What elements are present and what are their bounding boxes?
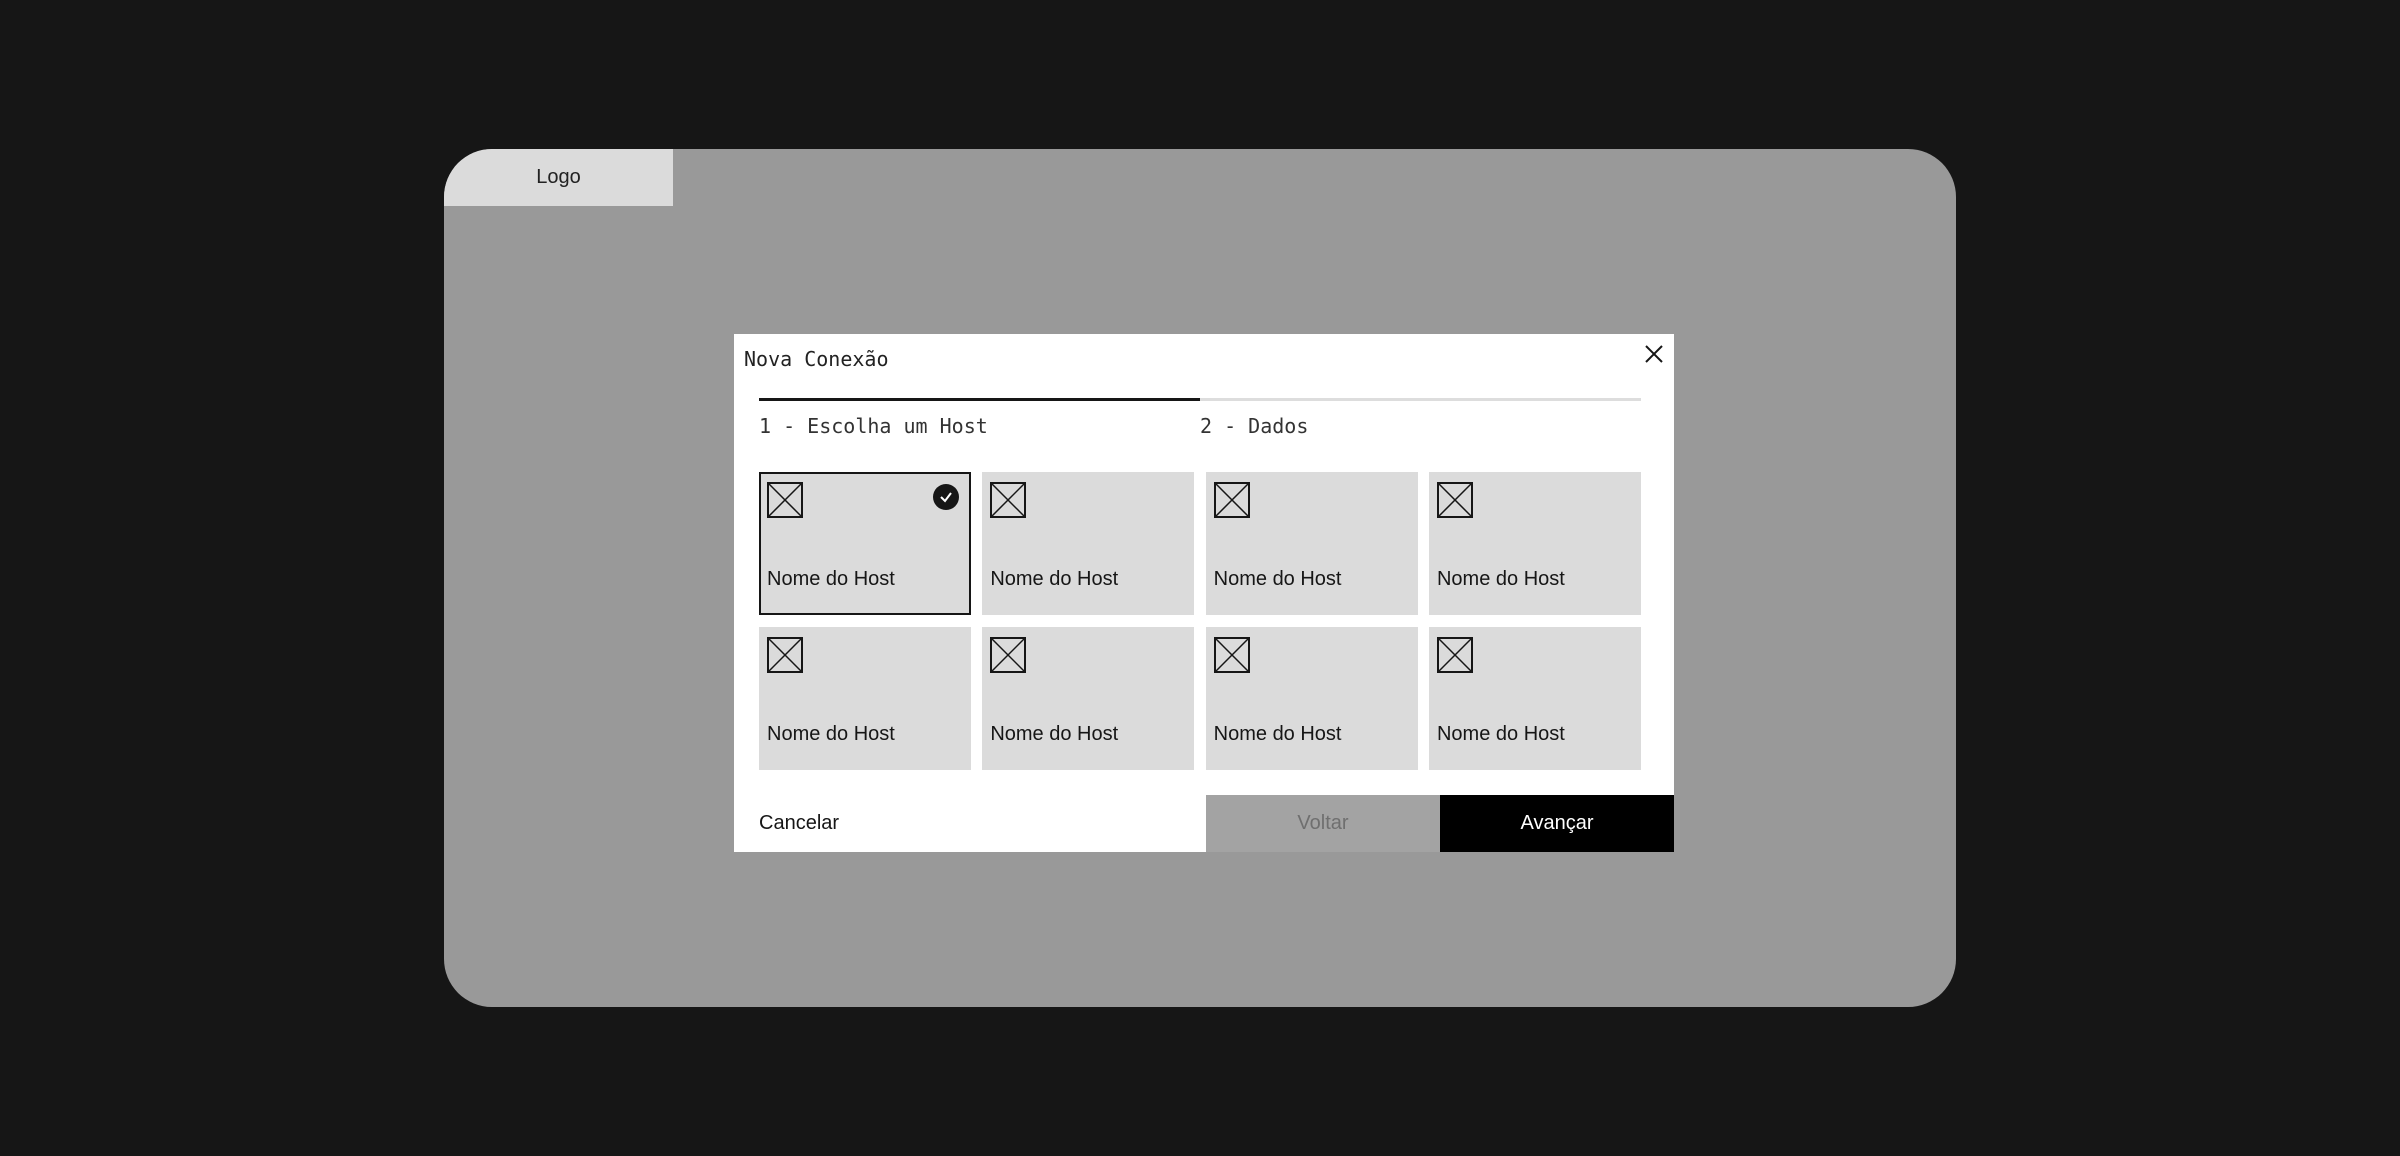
- logo: Logo: [444, 149, 673, 206]
- host-card[interactable]: Nome do Host: [1205, 627, 1418, 770]
- cancel-button[interactable]: Cancelar: [759, 795, 839, 852]
- host-name: Nome do Host: [1436, 723, 1565, 745]
- host-name: Nome do Host: [990, 723, 1119, 745]
- image-placeholder-icon: [1213, 482, 1250, 518]
- image-placeholder-icon: [767, 637, 803, 673]
- host-card[interactable]: Nome do Host: [1205, 472, 1418, 615]
- image-placeholder-icon: [1436, 482, 1473, 518]
- logo-label: Logo: [536, 166, 581, 188]
- step-2-label: 2 - Dados: [1200, 414, 1309, 438]
- host-name: Nome do Host: [767, 723, 895, 745]
- host-card[interactable]: Nome do Host: [982, 472, 1195, 615]
- host-grid: Nome do Host Nome do Host Nome do Host Nome…: [759, 472, 1641, 770]
- image-placeholder-icon: [1436, 637, 1473, 673]
- host-card[interactable]: Nome do Host: [982, 627, 1195, 770]
- host-card[interactable]: Nome do Host: [1428, 472, 1641, 615]
- step-progress-fill: [759, 398, 1200, 401]
- host-name: Nome do Host: [1213, 568, 1342, 590]
- close-icon: [1645, 345, 1663, 363]
- host-name: Nome do Host: [1213, 723, 1342, 745]
- close-button[interactable]: [1640, 340, 1668, 368]
- step-progress-bar: [759, 398, 1641, 401]
- back-button[interactable]: Voltar: [1206, 795, 1440, 852]
- host-name: Nome do Host: [990, 568, 1119, 590]
- next-button[interactable]: Avançar: [1440, 795, 1674, 852]
- dialog-footer: Cancelar Voltar Avançar: [734, 795, 1674, 852]
- step-1-label: 1 - Escolha um Host: [759, 414, 988, 438]
- host-card[interactable]: Nome do Host: [759, 627, 971, 770]
- host-name: Nome do Host: [767, 568, 895, 590]
- new-connection-dialog: Nova Conexão 1 - Escolha um Host 2 - Dad…: [734, 334, 1674, 852]
- image-placeholder-icon: [1213, 637, 1250, 673]
- image-placeholder-icon: [990, 637, 1027, 673]
- host-card[interactable]: Nome do Host: [759, 472, 971, 615]
- dialog-title: Nova Conexão: [744, 347, 889, 371]
- image-placeholder-icon: [990, 482, 1027, 518]
- image-placeholder-icon: [767, 482, 803, 518]
- host-card[interactable]: Nome do Host: [1428, 627, 1641, 770]
- host-name: Nome do Host: [1436, 568, 1565, 590]
- checkmark-icon: [933, 484, 959, 510]
